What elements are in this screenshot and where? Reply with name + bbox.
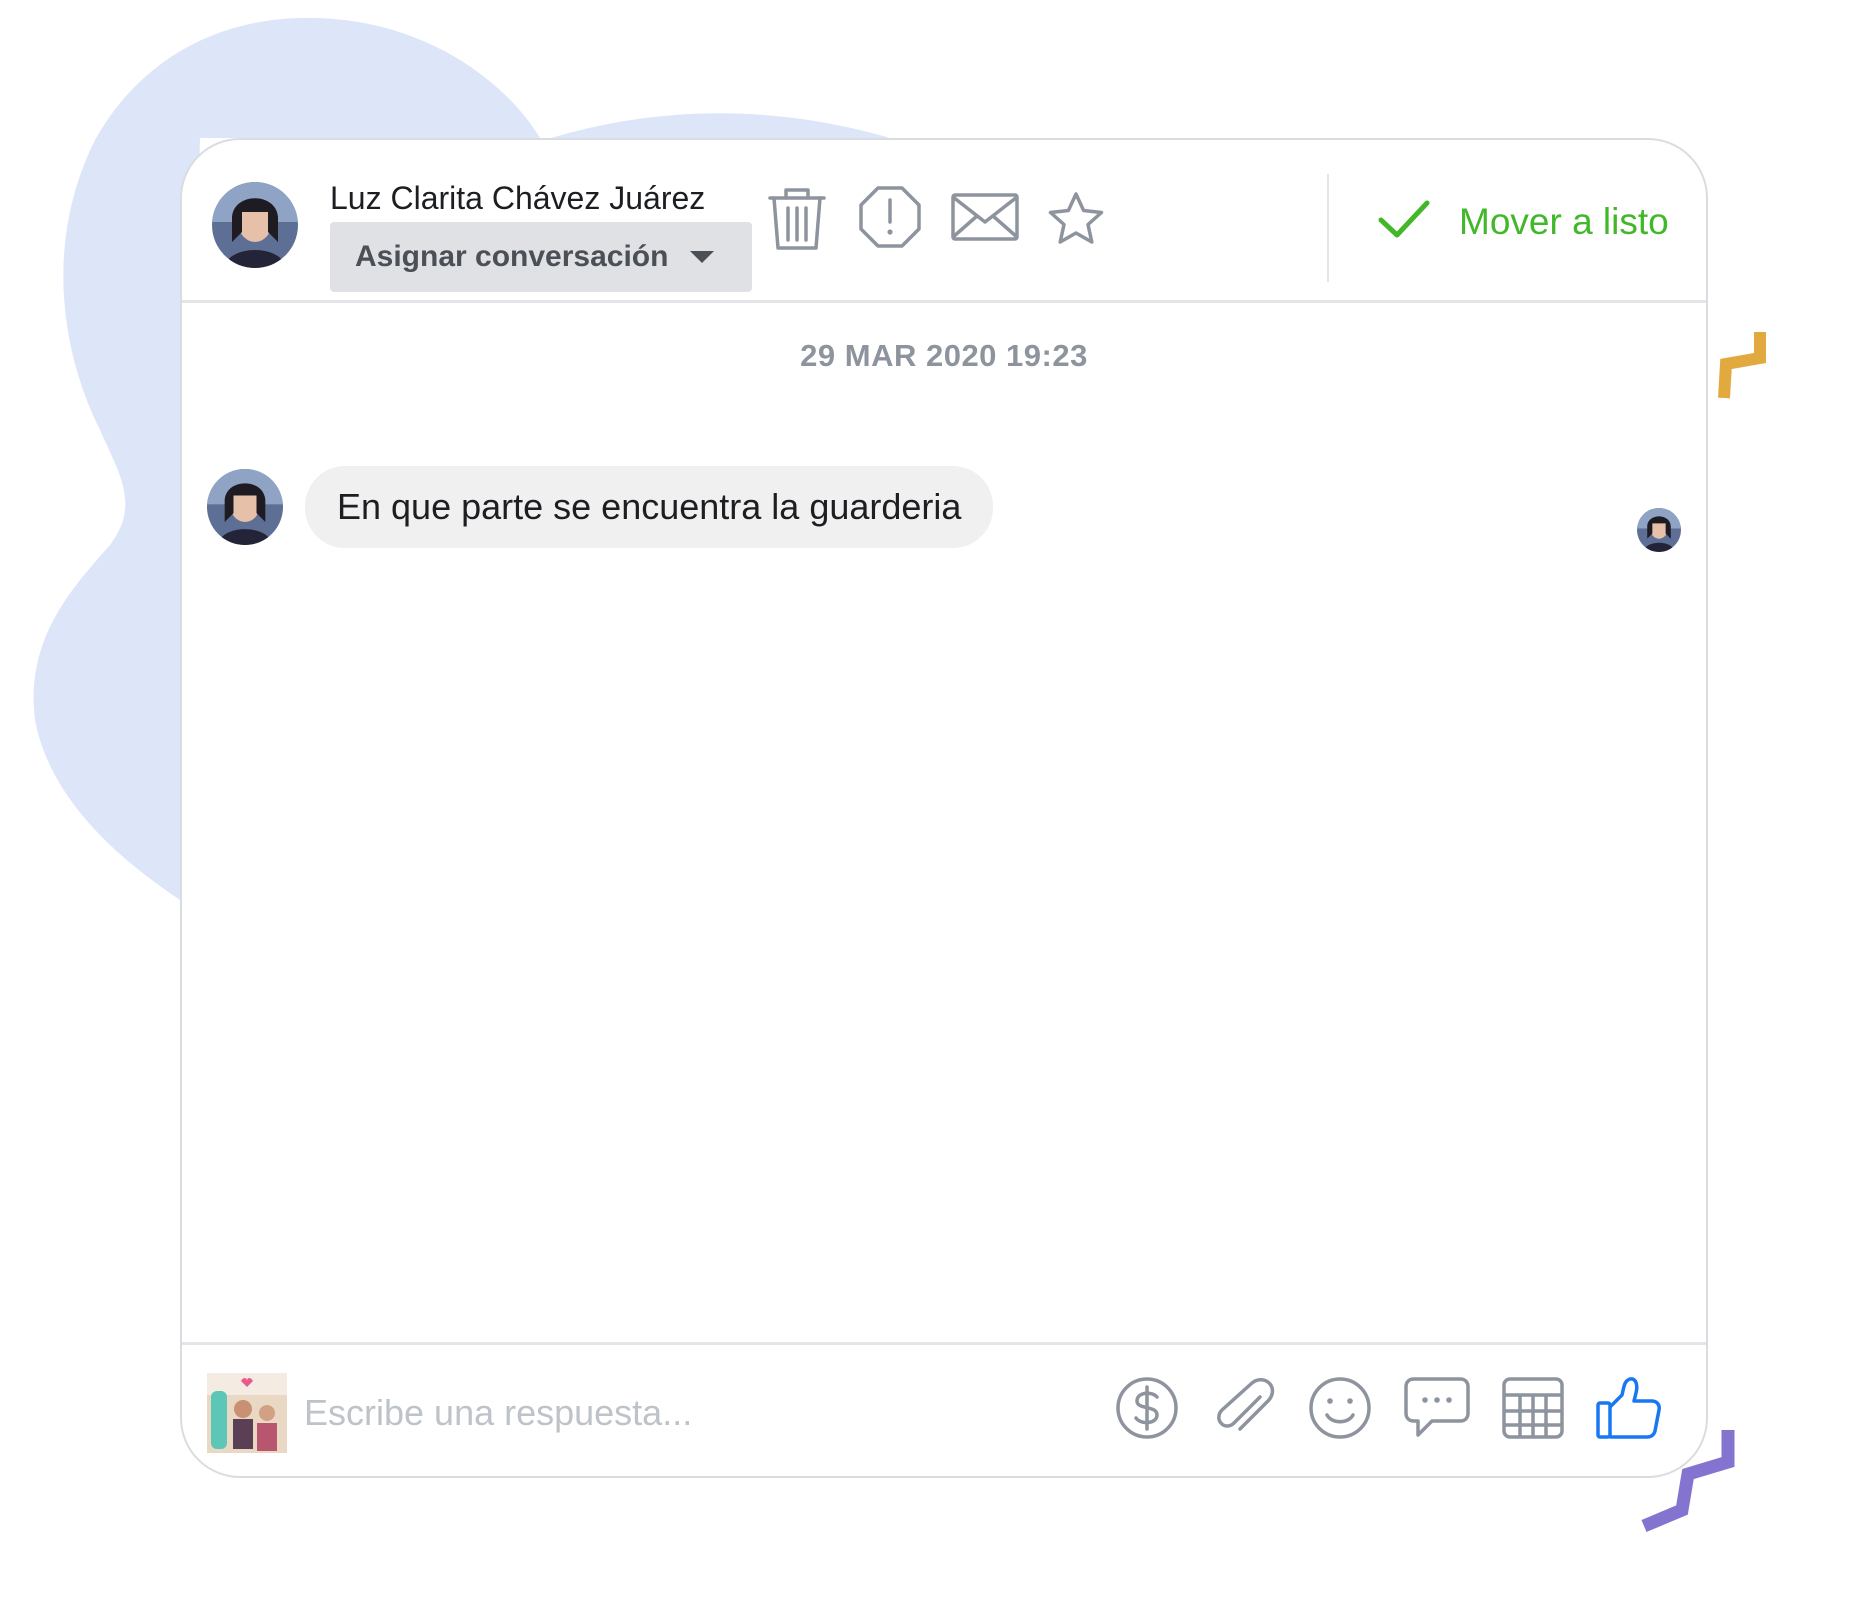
emoji-icon[interactable] [1307,1375,1373,1446]
message-row: En que parte se encuentra la guarderia [207,466,994,548]
contact-name: Luz Clarita Chávez Juárez [330,180,706,216]
header-divider [1327,174,1329,282]
seen-avatar [1637,508,1681,552]
assign-conversation-dropdown[interactable]: Asignar conversación [330,222,752,292]
table-icon[interactable] [1500,1375,1566,1446]
orange-zigzag-decoration [1718,332,1766,399]
reply-composer [182,1342,1706,1476]
paperclip-icon[interactable] [1212,1375,1278,1446]
chat-bubble-icon[interactable] [1402,1375,1472,1446]
dollar-icon[interactable] [1114,1375,1180,1446]
message-bubble: En que parte se encuentra la guarderia [305,466,994,548]
caret-down-icon [690,251,715,263]
assign-conversation-label: Asignar conversación [355,240,669,273]
reply-input[interactable] [304,1377,824,1449]
page-avatar [207,1373,287,1453]
trash-icon[interactable] [764,184,830,259]
spam-report-icon[interactable] [857,184,923,255]
move-to-done-label: Mover a listo [1459,200,1669,242]
mail-icon[interactable] [950,192,1020,247]
move-to-done-button[interactable]: Mover a listo [1377,198,1669,245]
message-timestamp: 29 MAR 2020 19:23 [800,338,1088,373]
thumbs-up-icon[interactable] [1594,1375,1662,1446]
star-icon[interactable] [1046,190,1106,253]
contact-avatar[interactable] [212,182,298,268]
conversation-header: Luz Clarita Chávez Juárez Asignar conver… [182,140,1706,303]
conversation-panel: Luz Clarita Chávez Juárez Asignar conver… [180,138,1708,1478]
sender-avatar[interactable] [207,469,283,545]
check-icon [1377,198,1431,245]
